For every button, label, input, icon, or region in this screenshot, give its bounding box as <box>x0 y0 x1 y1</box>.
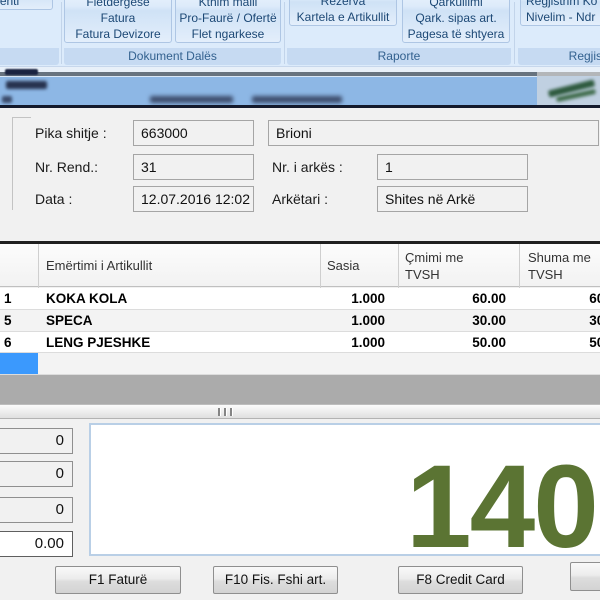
total-field-1[interactable]: 0 <box>0 428 73 454</box>
grand-total-display: 140.00 <box>89 423 600 556</box>
ribbon-button-fatura-devizore[interactable]: Fatura Devizore <box>65 26 171 42</box>
ribbon-group-caption-regjistr: Regjistr <box>518 48 600 65</box>
partial-right-button[interactable] <box>570 562 600 591</box>
payment-amount-field[interactable]: 0.00 <box>0 531 73 557</box>
ribbon: ga klienti Fletdërgesë Fatura Fatura Dev… <box>0 0 600 67</box>
row-selection-indicator <box>0 353 38 374</box>
f1-fature-button[interactable]: F1 Faturë <box>55 566 181 594</box>
col-header-sasia[interactable]: Sasia <box>327 258 360 274</box>
col-header-emertimi[interactable]: Emërtimi i Artikullit <box>46 258 152 274</box>
item-qty: 1.000 <box>320 332 385 353</box>
document-header-form: Pika shitje : 663000 Brioni Nr. Rend.: 3… <box>0 108 600 241</box>
ribbon-group-caption-raporte: Raporte <box>287 48 511 65</box>
item-total: 50.00 <box>519 332 600 353</box>
row-number: 6 <box>4 332 12 353</box>
row-number: 5 <box>4 310 12 331</box>
item-total: 60.00 <box>519 288 600 309</box>
col-header-shuma-line2[interactable]: TVSH <box>528 267 563 283</box>
table-row[interactable]: 1 KOKA KOLA 1.000 60.00 60.00 <box>0 288 600 310</box>
data-field[interactable]: 12.07.2016 12:02 <box>133 186 254 212</box>
table-row[interactable]: 6 LENG PJESHKE 1.000 50.00 50.00 <box>0 332 600 353</box>
ribbon-button-regjistrim[interactable]: Regjistrim Ko <box>521 0 600 9</box>
item-name: LENG PJESHKE <box>46 332 150 353</box>
ribbon-button-klienti[interactable]: ga klienti <box>0 0 53 10</box>
total-field-2[interactable]: 0 <box>0 461 73 487</box>
nr-rend-field[interactable]: 31 <box>133 154 254 180</box>
pika-shitje-name-field[interactable]: Brioni <box>268 120 599 146</box>
item-qty: 1.000 <box>320 288 385 309</box>
ribbon-stack-kthim: Kthim malli Pro-Faurë / Ofertë Flet ngar… <box>175 0 281 43</box>
data-label: Data : <box>35 186 72 212</box>
totals-panel: 0 0 0 0.00 140.00 ✔ ✔ F1 Faturë F10 Fis.… <box>0 419 600 600</box>
nr-arkes-label: Nr. i arkës : <box>272 154 343 180</box>
item-price: 30.00 <box>398 310 506 331</box>
ribbon-group-divider <box>284 2 285 64</box>
ribbon-button-pro-faure[interactable]: Pro-Faurë / Ofertë <box>176 10 280 26</box>
col-header-shuma-line1[interactable]: Shuma me <box>528 250 591 266</box>
splitter-bar[interactable] <box>0 404 600 419</box>
pika-shitje-label: Pika shitje : <box>35 120 107 146</box>
arketari-field[interactable]: Shites në Arkë <box>377 186 528 212</box>
redacted-text <box>5 69 38 75</box>
item-price: 60.00 <box>398 288 506 309</box>
splitter-grip <box>218 408 221 416</box>
ribbon-button-rezerva[interactable]: Rezerva <box>290 0 396 9</box>
grid-empty-area <box>0 375 600 404</box>
table-row[interactable]: 5 SPECA 1.000 30.00 30.00 <box>0 310 600 332</box>
col-header-cmimi-line1[interactable]: Çmimi me <box>405 250 464 266</box>
redacted-text <box>2 96 12 103</box>
ribbon-stack-fatura: Fletdërgesë Fatura Fatura Devizore <box>64 0 172 43</box>
redacted-text <box>252 96 342 103</box>
ribbon-group-divider <box>61 2 62 64</box>
pika-shitje-code-field[interactable]: 663000 <box>133 120 254 146</box>
ribbon-group-divider <box>514 2 515 64</box>
groupbox-border <box>12 117 31 210</box>
item-price: 50.00 <box>398 332 506 353</box>
f10-fshi-art-button[interactable]: F10 Fis. Fshi art. <box>213 566 338 594</box>
col-header-cmimi-line2[interactable]: TVSH <box>405 267 440 283</box>
ribbon-stack-regjistrim: Regjistrim Ko Nivelim - Ndr <box>520 0 600 26</box>
item-name: KOKA KOLA <box>46 288 127 309</box>
f8-credit-card-button[interactable]: F8 Credit Card <box>398 566 523 594</box>
redacted-text <box>150 96 233 103</box>
ribbon-stack-rezerva: Rezerva Kartela e Artikullit <box>289 0 397 26</box>
ribbon-button-fatura[interactable]: Fatura <box>65 10 171 26</box>
splitter-grip <box>230 408 233 416</box>
nr-rend-label: Nr. Rend.: <box>35 154 98 180</box>
ribbon-group-caption <box>0 48 59 65</box>
item-qty: 1.000 <box>320 310 385 331</box>
ribbon-group-caption-dokument-dales: Dokument Dalës <box>64 48 281 65</box>
item-total: 30.00 <box>519 310 600 331</box>
arketari-label: Arkëtari : <box>272 186 328 212</box>
ribbon-button-pagesa-shtyera[interactable]: Pagesa të shtyera <box>403 26 509 42</box>
total-field-3[interactable]: 0 <box>0 497 73 523</box>
ribbon-button-kthim-malli[interactable]: Kthim malli <box>176 0 280 10</box>
ribbon-button-qarkullimi[interactable]: Qarkullimi <box>403 0 509 10</box>
nr-arkes-field[interactable]: 1 <box>377 154 528 180</box>
ribbon-button-fletdergese[interactable]: Fletdërgesë <box>65 0 171 10</box>
table-row-empty[interactable] <box>0 353 600 375</box>
redacted-text <box>6 81 47 89</box>
ribbon-button-kartela-artikullit[interactable]: Kartela e Artikullit <box>290 9 396 25</box>
grid-header: Emërtimi i Artikullit Sasia Çmimi me TVS… <box>0 244 600 287</box>
ribbon-button-flet-ngarkese[interactable]: Flet ngarkese <box>176 26 280 42</box>
row-number: 1 <box>4 288 12 309</box>
splitter-grip <box>224 408 227 416</box>
grand-total-value: 140.00 <box>406 448 600 566</box>
ribbon-stack-qarkullimi: Qarkullimi Qark. sipas art. Pagesa të sh… <box>402 0 510 43</box>
item-name: SPECA <box>46 310 93 331</box>
pos-window: ga klienti Fletdërgesë Fatura Fatura Dev… <box>0 0 600 600</box>
ribbon-button-label[interactable]: ga klienti <box>0 0 52 9</box>
ribbon-button-nivelim[interactable]: Nivelim - Ndr <box>521 9 600 25</box>
ribbon-button-qark-sipas-art[interactable]: Qark. sipas art. <box>403 10 509 26</box>
